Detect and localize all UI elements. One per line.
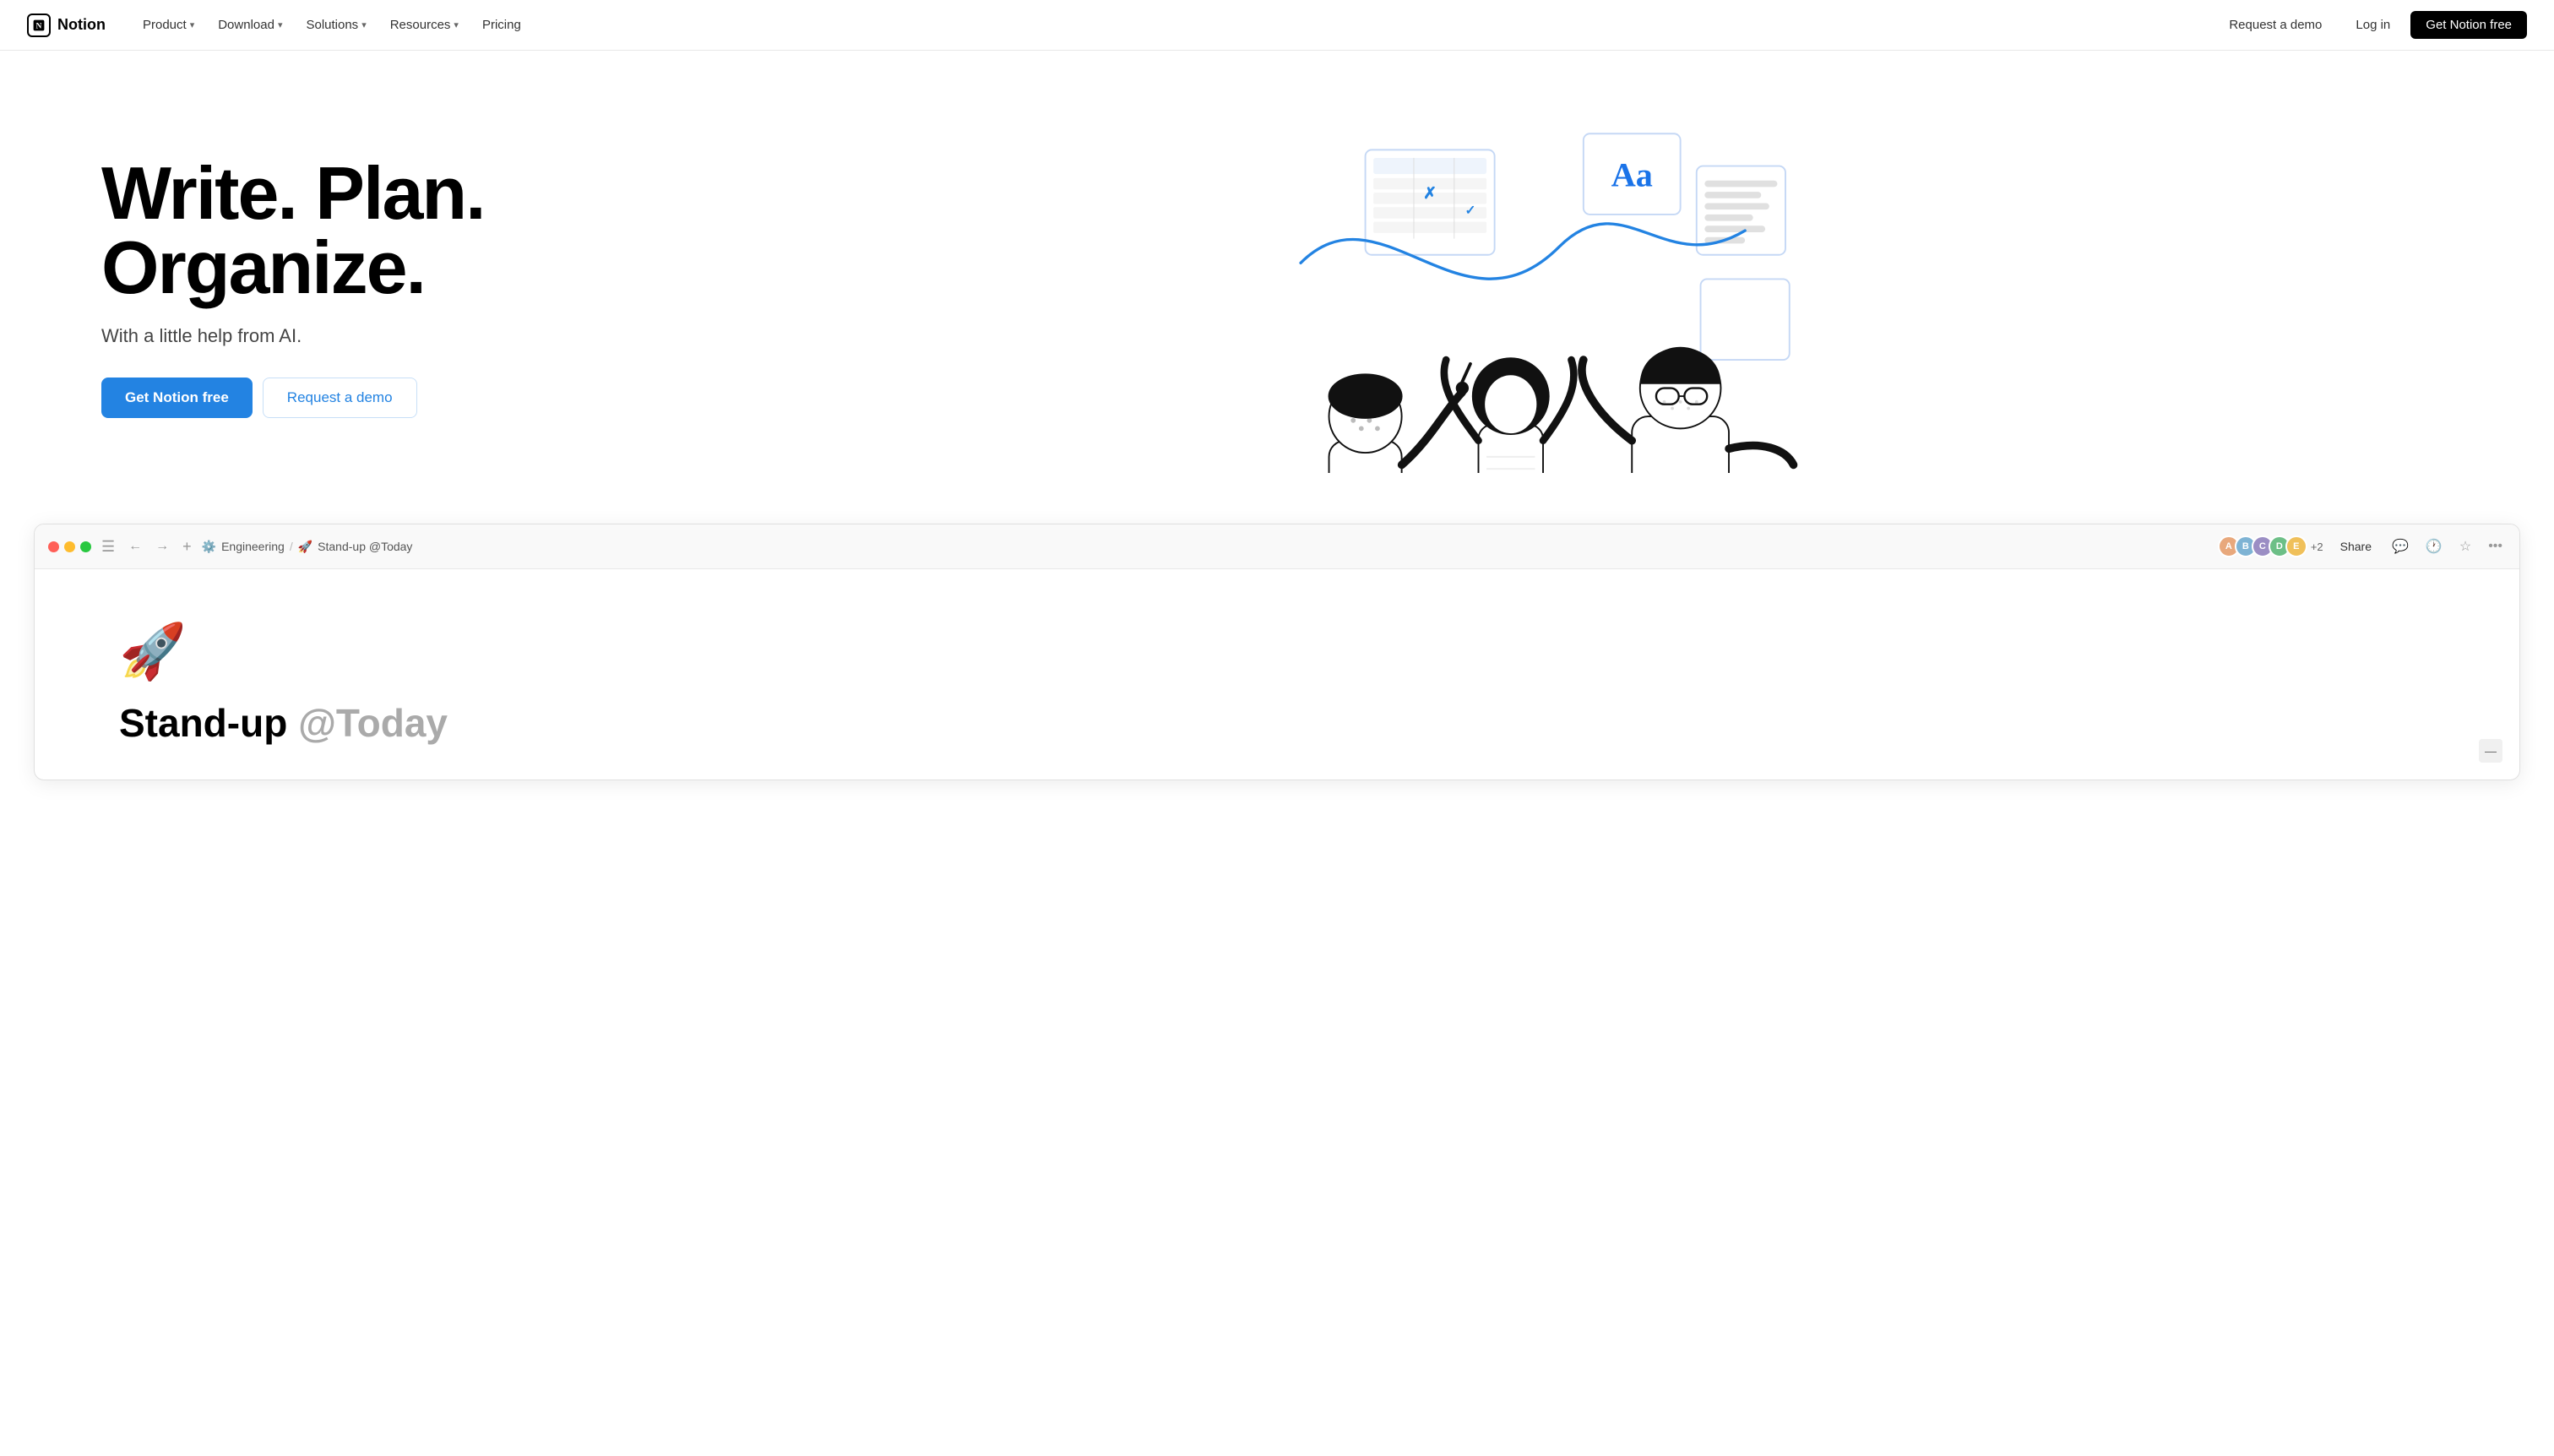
navbar-right: Request a demo Log in Get Notion free bbox=[2215, 11, 2527, 39]
chevron-icon: ▾ bbox=[278, 19, 283, 30]
hero-request-demo-button[interactable]: Request a demo bbox=[263, 378, 417, 418]
app-titlebar: ☰ ← → + ⚙️ Engineering / 🚀 Stand-up @Tod… bbox=[35, 524, 2519, 569]
back-button[interactable]: ← bbox=[125, 537, 145, 556]
svg-text:✗: ✗ bbox=[1423, 185, 1437, 203]
traffic-lights bbox=[48, 541, 91, 552]
hero-text-block: Write. Plan. Organize. With a little hel… bbox=[101, 156, 485, 418]
breadcrumb-workspace-icon: ⚙️ bbox=[202, 540, 216, 554]
chevron-icon: ▾ bbox=[190, 19, 195, 30]
chevron-icon: ▾ bbox=[361, 19, 367, 30]
page-icon: 🚀 bbox=[119, 620, 2435, 683]
breadcrumb: ⚙️ Engineering / 🚀 Stand-up @Today bbox=[202, 540, 413, 554]
app-preview: ☰ ← → + ⚙️ Engineering / 🚀 Stand-up @Tod… bbox=[34, 524, 2520, 780]
nav-item-pricing[interactable]: Pricing bbox=[472, 13, 531, 37]
hero-svg: ✗ ✓ Aa ✦ bbox=[519, 101, 2486, 473]
hero-section: Write. Plan. Organize. With a little hel… bbox=[0, 51, 2554, 507]
minimize-button[interactable]: — bbox=[2479, 739, 2502, 763]
svg-text:✓: ✓ bbox=[1464, 204, 1475, 218]
nav-item-resources[interactable]: Resources ▾ bbox=[380, 13, 469, 37]
navbar: N Notion Product ▾ Download ▾ Solutions … bbox=[0, 0, 2554, 51]
logo-text: Notion bbox=[57, 16, 106, 34]
app-content-wrapper: 🚀 Stand-up @Today — bbox=[35, 569, 2519, 780]
titlebar-right: A B C D E +2 Share 💬 🕐 ☆ ••• bbox=[2218, 535, 2506, 558]
hero-headline: Write. Plan. Organize. bbox=[101, 156, 485, 305]
page-title: Stand-up @Today bbox=[119, 700, 2435, 746]
avatar-5: E bbox=[2285, 535, 2307, 557]
breadcrumb-page-icon: 🚀 bbox=[298, 540, 312, 554]
app-page-content: 🚀 Stand-up @Today bbox=[35, 569, 2519, 780]
nav-menu: Product ▾ Download ▾ Solutions ▾ Resourc… bbox=[133, 13, 2215, 37]
forward-button[interactable]: → bbox=[152, 537, 172, 556]
hero-illustration: ✗ ✓ Aa ✦ bbox=[519, 101, 2486, 473]
breadcrumb-page[interactable]: Stand-up @Today bbox=[318, 540, 412, 553]
avatar-extra-count: +2 bbox=[2311, 541, 2323, 553]
traffic-light-green[interactable] bbox=[80, 541, 91, 552]
titlebar-nav: ← → bbox=[125, 537, 172, 556]
collaborators-avatars: A B C D E +2 bbox=[2218, 535, 2323, 557]
traffic-light-red[interactable] bbox=[48, 541, 59, 552]
comments-icon[interactable]: 💬 bbox=[2388, 535, 2412, 558]
get-notion-free-button[interactable]: Get Notion free bbox=[2410, 11, 2527, 39]
login-button[interactable]: Log in bbox=[2342, 12, 2404, 38]
breadcrumb-workspace[interactable]: Engineering bbox=[221, 540, 285, 553]
new-page-button[interactable]: + bbox=[182, 538, 192, 556]
logo-link[interactable]: N Notion bbox=[27, 14, 106, 37]
svg-text:N: N bbox=[36, 21, 42, 30]
nav-item-download[interactable]: Download ▾ bbox=[208, 13, 292, 37]
nav-item-product[interactable]: Product ▾ bbox=[133, 13, 204, 37]
page-title-mention: @Today bbox=[298, 701, 448, 745]
nav-item-solutions[interactable]: Solutions ▾ bbox=[296, 13, 376, 37]
request-demo-button[interactable]: Request a demo bbox=[2215, 12, 2335, 38]
traffic-light-yellow[interactable] bbox=[64, 541, 75, 552]
page-title-text: Stand-up bbox=[119, 701, 298, 745]
hero-get-notion-free-button[interactable]: Get Notion free bbox=[101, 378, 253, 418]
history-icon[interactable]: 🕐 bbox=[2422, 535, 2446, 558]
more-options-icon[interactable]: ••• bbox=[2485, 535, 2506, 557]
logo-icon: N bbox=[27, 14, 51, 37]
favorite-icon[interactable]: ☆ bbox=[2456, 535, 2475, 558]
hero-subheading: With a little help from AI. bbox=[101, 325, 485, 347]
chevron-icon: ▾ bbox=[454, 19, 459, 30]
svg-text:Aa: Aa bbox=[1611, 155, 1652, 193]
breadcrumb-separator: / bbox=[290, 540, 293, 553]
share-button[interactable]: Share bbox=[2334, 536, 2378, 557]
hero-buttons: Get Notion free Request a demo bbox=[101, 378, 485, 418]
sidebar-toggle-icon[interactable]: ☰ bbox=[101, 538, 115, 556]
